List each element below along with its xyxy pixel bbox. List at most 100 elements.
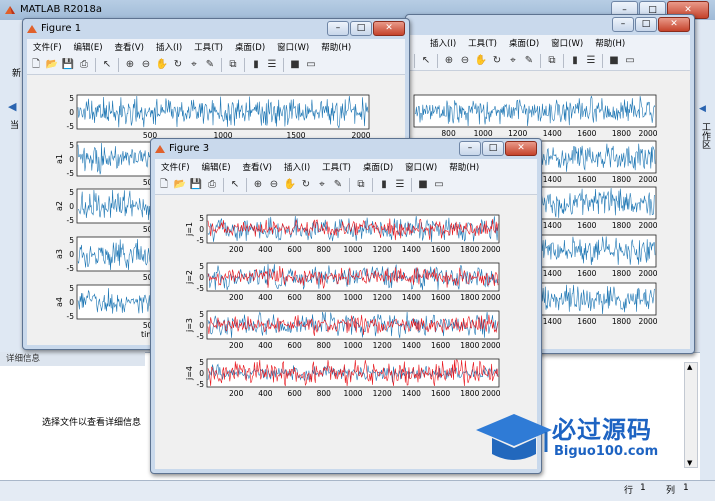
pan-icon[interactable]: ✋ — [474, 54, 488, 68]
scroll-down-icon[interactable]: ▼ — [687, 459, 692, 467]
legend-icon[interactable]: ☰ — [393, 178, 407, 192]
pointer-icon[interactable]: ↖ — [228, 178, 242, 192]
figure1-menu-item[interactable]: 编辑(E) — [68, 39, 109, 55]
save-icon[interactable]: 💾 — [61, 58, 75, 72]
link-plot-icon[interactable]: ⧉ — [354, 178, 368, 192]
figure-1-maximize-button[interactable]: □ — [350, 21, 372, 36]
figure-1-titlebar[interactable]: Figure 1 – □ ✕ — [23, 19, 409, 39]
collapse-left-icon[interactable]: ◀ — [699, 104, 706, 114]
figure2-menu-item[interactable]: 帮助(H) — [589, 35, 631, 51]
legend-icon[interactable]: ☰ — [265, 58, 279, 72]
pointer-icon[interactable]: ↖ — [419, 54, 433, 68]
hide-tools-icon[interactable]: ■ — [416, 178, 430, 192]
figure-2-close-button[interactable]: ✕ — [658, 17, 690, 32]
x-tick-label: 400 — [258, 245, 273, 254]
figure1-menu-item[interactable]: 工具(T) — [188, 39, 229, 55]
open-folder-icon[interactable]: 📂 — [45, 58, 59, 72]
print-icon[interactable]: ⎙ — [205, 178, 219, 192]
figure-1-toolbar: 🗋 📂 💾 ⎙ ↖ ⊕ ⊖ ✋ ↻ ⌖ ✎ ⧉ ▮ ☰ ■ ▭ — [27, 55, 405, 75]
zoom-out-icon[interactable]: ⊖ — [139, 58, 153, 72]
workspace-tab[interactable]: 工作区 — [699, 122, 712, 149]
x-tick-label: 2000 — [638, 317, 657, 326]
figure-3-titlebar[interactable]: Figure 3 – □ ✕ — [151, 139, 541, 159]
legend-icon[interactable]: ☰ — [584, 54, 598, 68]
figure2-menu-item[interactable]: 插入(I) — [424, 35, 462, 51]
figure3-menu-item[interactable]: 查看(V) — [237, 159, 278, 175]
figure-2-menubar: 插入(I) 工具(T) 桌面(D) 窗口(W) 帮助(H) — [410, 35, 690, 51]
figure2-menu-item[interactable]: 窗口(W) — [545, 35, 589, 51]
y-axis-label: a4 — [55, 297, 64, 307]
scroll-up-icon[interactable]: ▲ — [687, 363, 692, 371]
figure3-menu-item[interactable]: 编辑(E) — [196, 159, 237, 175]
back-arrow-icon[interactable]: ◀ — [8, 100, 16, 113]
pan-icon[interactable]: ✋ — [283, 178, 297, 192]
brush-icon[interactable]: ✎ — [331, 178, 345, 192]
data-cursor-icon[interactable]: ⌖ — [187, 58, 201, 72]
y-tick-label: 5 — [69, 94, 74, 103]
figure-3-minimize-button[interactable]: – — [459, 141, 481, 156]
data-cursor-icon[interactable]: ⌖ — [506, 54, 520, 68]
dock-icon[interactable]: ▭ — [623, 54, 637, 68]
y-tick-label: 0 — [69, 108, 74, 117]
figure-2-minimize-button[interactable]: – — [612, 17, 634, 32]
subplot-axes[interactable]: 5 0 -5j=1 200 400 600 800 1000 1200 1400 1600 1800 2… — [185, 214, 501, 254]
rotate-icon[interactable]: ↻ — [171, 58, 185, 72]
x-tick-label: 1400 — [543, 129, 562, 138]
figure3-menu-item[interactable]: 插入(I) — [278, 159, 316, 175]
new-file-icon[interactable]: 🗋 — [157, 178, 171, 192]
rotate-icon[interactable]: ↻ — [299, 178, 313, 192]
figure3-menu-item[interactable]: 帮助(H) — [443, 159, 485, 175]
figure-1-minimize-button[interactable]: – — [327, 21, 349, 36]
dock-icon[interactable]: ▭ — [304, 58, 318, 72]
pan-icon[interactable]: ✋ — [155, 58, 169, 72]
new-file-icon[interactable]: 🗋 — [29, 58, 43, 72]
y-tick-label: 5 — [199, 310, 204, 319]
figure1-menu-item[interactable]: 查看(V) — [109, 39, 150, 55]
figure2-menu-item[interactable]: 桌面(D) — [503, 35, 545, 51]
figure2-menu-item[interactable]: 工具(T) — [462, 35, 503, 51]
zoom-in-icon[interactable]: ⊕ — [123, 58, 137, 72]
figure1-menu-item[interactable]: 文件(F) — [27, 39, 68, 55]
open-folder-icon[interactable]: 📂 — [173, 178, 187, 192]
colorbar-icon[interactable]: ▮ — [568, 54, 582, 68]
data-cursor-icon[interactable]: ⌖ — [315, 178, 329, 192]
figure-2-maximize-button[interactable]: □ — [635, 17, 657, 32]
link-plot-icon[interactable]: ⧉ — [226, 58, 240, 72]
subplot-axes[interactable]: 5 0 -5j=2 200 400 600 800 1000 1200 1400 1600 1800 2… — [185, 262, 501, 302]
figure1-menu-item[interactable]: 窗口(W) — [271, 39, 315, 55]
figure3-menu-item[interactable]: 桌面(D) — [357, 159, 399, 175]
figure3-menu-item[interactable]: 文件(F) — [155, 159, 196, 175]
figure-1-close-button[interactable]: ✕ — [373, 21, 405, 36]
figure3-menu-item[interactable]: 窗口(W) — [399, 159, 443, 175]
zoom-in-icon[interactable]: ⊕ — [251, 178, 265, 192]
y-tick-label: 5 — [199, 214, 204, 223]
figure1-menu-item[interactable]: 帮助(H) — [315, 39, 357, 55]
colorbar-icon[interactable]: ▮ — [249, 58, 263, 72]
pointer-icon[interactable]: ↖ — [100, 58, 114, 72]
subplot-axes[interactable]: 5 0 -5j=4 200 400 600 800 1000 1200 1400 1600 1800 2… — [185, 358, 501, 398]
figure1-menu-item[interactable]: 桌面(D) — [229, 39, 271, 55]
dock-icon[interactable]: ▭ — [432, 178, 446, 192]
rotate-icon[interactable]: ↻ — [490, 54, 504, 68]
figure3-menu-item[interactable]: 工具(T) — [316, 159, 357, 175]
colorbar-icon[interactable]: ▮ — [377, 178, 391, 192]
x-tick-label: 1000 — [343, 389, 362, 398]
details-scrollbar[interactable]: ▲ ▼ — [684, 362, 698, 468]
subplot-axes[interactable]: 800 1000 1200 1400 1600 1800 2000 — [413, 94, 658, 138]
print-icon[interactable]: ⎙ — [77, 58, 91, 72]
subplot-axes[interactable]: 50-5500 1000 1500 2000 — [67, 94, 371, 140]
hide-tools-icon[interactable]: ■ — [607, 54, 621, 68]
hide-tools-icon[interactable]: ■ — [288, 58, 302, 72]
brush-icon[interactable]: ✎ — [522, 54, 536, 68]
figure-3-maximize-button[interactable]: □ — [482, 141, 504, 156]
figure1-menu-item[interactable]: 插入(I) — [150, 39, 188, 55]
save-icon[interactable]: 💾 — [189, 178, 203, 192]
zoom-in-icon[interactable]: ⊕ — [442, 54, 456, 68]
brush-icon[interactable]: ✎ — [203, 58, 217, 72]
subplot-axes[interactable]: 5 0 -5j=3 200 400 600 800 1000 1200 1400 1600 1800 2… — [185, 310, 501, 350]
figure-2-titlebar[interactable]: – □ ✕ — [406, 15, 694, 35]
figure-3-close-button[interactable]: ✕ — [505, 141, 537, 156]
zoom-out-icon[interactable]: ⊖ — [458, 54, 472, 68]
link-plot-icon[interactable]: ⧉ — [545, 54, 559, 68]
zoom-out-icon[interactable]: ⊖ — [267, 178, 281, 192]
